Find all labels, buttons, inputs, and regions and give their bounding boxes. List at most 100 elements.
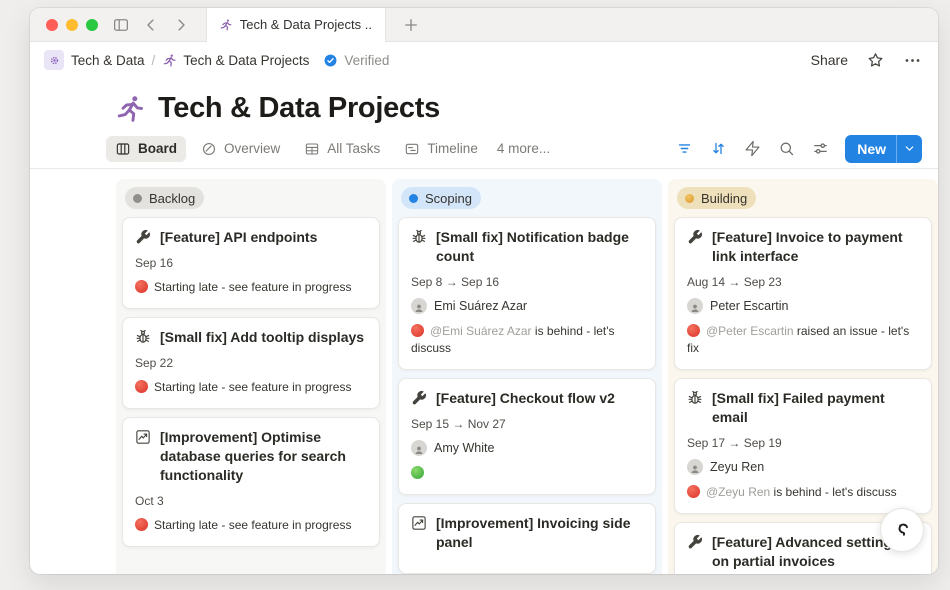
share-button[interactable]: Share bbox=[811, 52, 848, 68]
runner-icon bbox=[219, 18, 233, 32]
card-title: [Small fix] Failed payment email bbox=[712, 389, 919, 427]
task-card[interactable]: [Small fix] Notification badge count Sep… bbox=[398, 217, 656, 370]
back-icon[interactable] bbox=[142, 16, 160, 34]
column-name: Backlog bbox=[149, 191, 195, 206]
verified-badge[interactable]: Verified bbox=[323, 53, 389, 68]
task-card[interactable]: [Improvement] Optimise database queries … bbox=[122, 417, 380, 547]
titlebar: Tech & Data Projects ... bbox=[30, 8, 938, 42]
tab-title: Tech & Data Projects ... bbox=[240, 17, 373, 32]
search-icon[interactable] bbox=[773, 136, 799, 162]
tab-board[interactable]: Board bbox=[106, 136, 186, 162]
card-date: Sep 15 → Nov 27 bbox=[411, 417, 643, 431]
table-icon bbox=[304, 141, 320, 157]
status-dot-icon bbox=[409, 194, 418, 203]
assignee-name: Emi Suárez Azar bbox=[434, 299, 527, 313]
breadcrumb-workspace[interactable]: Tech & Data bbox=[44, 50, 145, 70]
more-options-icon[interactable] bbox=[903, 51, 922, 70]
sort-icon[interactable] bbox=[705, 136, 731, 162]
green-dot-icon bbox=[411, 466, 424, 479]
card-date: Sep 8 → Sep 16 bbox=[411, 275, 643, 289]
ai-assistant-button[interactable] bbox=[880, 508, 924, 552]
card-date: Aug 14 → Sep 23 bbox=[687, 275, 919, 289]
kanban-board: Backlog [Feature] API endpoints Sep 16 S… bbox=[30, 169, 938, 574]
workspace-label: Tech & Data bbox=[71, 53, 145, 68]
task-card[interactable]: [Improvement] Invoicing side panel bbox=[398, 503, 656, 574]
page-title: Tech & Data Projects bbox=[158, 92, 440, 125]
breadcrumb-page[interactable]: Tech & Data Projects bbox=[162, 53, 309, 68]
wrench-icon bbox=[135, 229, 151, 245]
task-card[interactable]: [Feature] API endpoints Sep 16 Starting … bbox=[122, 217, 380, 309]
favorite-star-icon[interactable] bbox=[866, 51, 885, 70]
sidebar-toggle-icon[interactable] bbox=[112, 16, 130, 34]
card-date: Sep 16 bbox=[135, 256, 367, 270]
overview-icon bbox=[201, 141, 217, 157]
column-header-backlog[interactable]: Backlog bbox=[125, 187, 204, 209]
task-card[interactable]: [Small fix] Failed payment email Sep 17 … bbox=[674, 378, 932, 514]
task-card[interactable]: [Feature] Checkout flow v2 Sep 15 → Nov … bbox=[398, 378, 656, 495]
avatar bbox=[687, 298, 703, 314]
view-settings-icon[interactable] bbox=[807, 136, 833, 162]
page-title-row: Tech & Data Projects bbox=[30, 78, 938, 129]
column-name: Building bbox=[701, 191, 747, 206]
new-button-label: New bbox=[845, 141, 896, 157]
card-status: Starting late - see feature in progress bbox=[135, 517, 367, 534]
column-backlog: Backlog [Feature] API endpoints Sep 16 S… bbox=[116, 179, 386, 574]
red-dot-icon bbox=[687, 485, 700, 498]
app-window: Tech & Data Projects ... Tech & Data / T… bbox=[30, 8, 938, 574]
card-title: [Feature] Checkout flow v2 bbox=[436, 389, 643, 408]
tab-all-tasks[interactable]: All Tasks bbox=[295, 136, 389, 162]
verified-label: Verified bbox=[344, 53, 389, 68]
red-dot-icon bbox=[135, 380, 148, 393]
status-mention: @Emi Suárez Azar bbox=[430, 324, 532, 338]
close-button[interactable] bbox=[46, 19, 58, 31]
minimize-button[interactable] bbox=[66, 19, 78, 31]
tab-timeline[interactable]: Timeline bbox=[395, 136, 487, 162]
timeline-icon bbox=[404, 141, 420, 157]
status-dot-icon bbox=[133, 194, 142, 203]
automation-bolt-icon[interactable] bbox=[739, 136, 765, 162]
page-label: Tech & Data Projects bbox=[183, 53, 309, 68]
card-title: [Improvement] Optimise database queries … bbox=[160, 428, 367, 485]
more-views-button[interactable]: 4 more... bbox=[497, 141, 550, 156]
filter-icon[interactable] bbox=[671, 136, 697, 162]
assignee-name: Amy White bbox=[434, 441, 494, 455]
card-date: Oct 3 bbox=[135, 494, 367, 508]
breadcrumb-separator: / bbox=[152, 53, 156, 68]
new-tab-icon[interactable] bbox=[402, 16, 420, 34]
red-dot-icon bbox=[411, 324, 424, 337]
card-title: [Feature] API endpoints bbox=[160, 228, 367, 247]
status-text: is behind - let's discuss bbox=[770, 485, 896, 499]
tab-label: All Tasks bbox=[327, 141, 380, 156]
status-dot-icon bbox=[685, 194, 694, 203]
runner-icon bbox=[114, 93, 146, 125]
gear-icon bbox=[44, 50, 64, 70]
forward-icon[interactable] bbox=[172, 16, 190, 34]
card-assignee: Peter Escartin bbox=[687, 298, 919, 314]
card-title: [Small fix] Add tooltip displays bbox=[160, 328, 367, 347]
tab-label: Board bbox=[138, 141, 177, 156]
zoom-button[interactable] bbox=[86, 19, 98, 31]
card-title: [Feature] Invoice to payment link interf… bbox=[712, 228, 919, 266]
bug-icon bbox=[135, 329, 151, 345]
chevron-down-icon[interactable] bbox=[896, 135, 922, 163]
bug-icon bbox=[411, 229, 427, 245]
red-dot-icon bbox=[135, 518, 148, 531]
card-date: Sep 17 → Sep 19 bbox=[687, 436, 919, 450]
traffic-lights bbox=[46, 19, 98, 31]
bug-icon bbox=[687, 390, 703, 406]
avatar bbox=[687, 459, 703, 475]
wrench-icon bbox=[411, 390, 427, 406]
column-header-scoping[interactable]: Scoping bbox=[401, 187, 481, 209]
avatar bbox=[411, 440, 427, 456]
task-card[interactable]: [Small fix] Add tooltip displays Sep 22 … bbox=[122, 317, 380, 409]
card-date: Sep 22 bbox=[135, 356, 367, 370]
red-dot-icon bbox=[687, 324, 700, 337]
column-header-building[interactable]: Building bbox=[677, 187, 756, 209]
tab-overview[interactable]: Overview bbox=[192, 136, 289, 162]
task-card[interactable]: [Feature] Invoice to payment link interf… bbox=[674, 217, 932, 370]
status-text: Starting late - see feature in progress bbox=[154, 380, 351, 394]
browser-tab[interactable]: Tech & Data Projects ... bbox=[206, 8, 386, 42]
new-button[interactable]: New bbox=[845, 135, 922, 163]
breadcrumb: Tech & Data / Tech & Data Projects Verif… bbox=[30, 42, 938, 78]
red-dot-icon bbox=[135, 280, 148, 293]
